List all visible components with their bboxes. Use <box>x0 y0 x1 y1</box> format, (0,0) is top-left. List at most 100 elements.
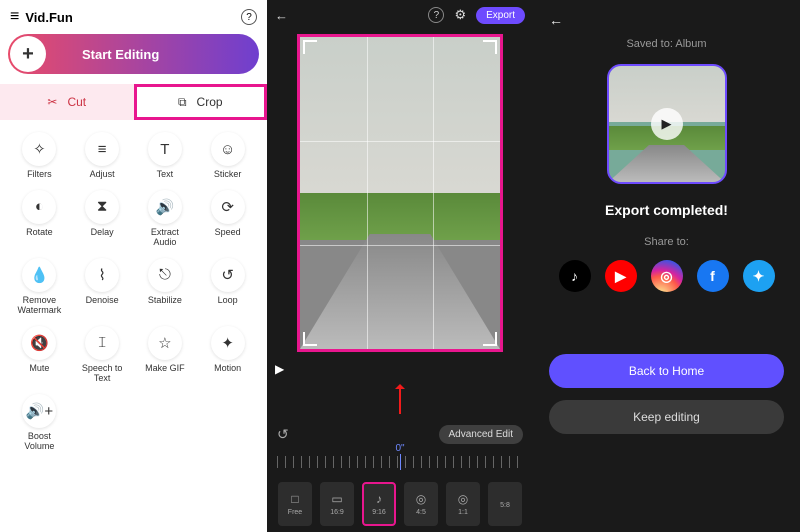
ratio-16-9[interactable]: ▭16:9 <box>320 482 354 526</box>
motion-icon: ✦ <box>211 326 245 360</box>
denoise-icon: ⌇ <box>85 258 119 292</box>
tool-label: Extract Audio <box>151 228 179 248</box>
tool-filters[interactable]: ✧ Filters <box>8 132 71 180</box>
tool-label: Filters <box>27 170 52 180</box>
help-icon[interactable]: ? <box>428 7 444 23</box>
loop-icon: ↺ <box>211 258 245 292</box>
tool-mute[interactable]: 🔇 Mute <box>8 326 71 384</box>
tool-motion[interactable]: ✦ Motion <box>196 326 259 384</box>
tool-rotate[interactable]: ◐ Rotate <box>8 190 71 248</box>
timeline-ruler[interactable] <box>277 456 523 468</box>
ratio-Free[interactable]: □Free <box>278 482 312 526</box>
filters-icon: ✧ <box>22 132 56 166</box>
right-panel: ← Saved to: Album ▶ Export completed! Sh… <box>533 0 800 532</box>
share-twitter[interactable]: ✦ <box>743 260 775 292</box>
tool-sticker[interactable]: ☺ Sticker <box>196 132 259 180</box>
tool-stabilize[interactable]: ⎋ Stabilize <box>134 258 197 316</box>
tool-label: Denoise <box>86 296 119 306</box>
crop-handle-tr[interactable] <box>483 40 497 54</box>
share-to-label: Share to: <box>549 236 784 248</box>
ratio-4-5[interactable]: ◎4:5 <box>404 482 438 526</box>
tool-label: Text <box>157 170 174 180</box>
tool-label: Sticker <box>214 170 242 180</box>
menu-icon[interactable]: ≡ <box>10 8 19 26</box>
tool-make-gif[interactable]: ☆ Make GIF <box>134 326 197 384</box>
back-to-home-button[interactable]: Back to Home <box>549 354 784 388</box>
tool-delay[interactable]: ⧗ Delay <box>71 190 134 248</box>
start-label: Start Editing <box>82 47 159 62</box>
tool-label: Mute <box>29 364 49 374</box>
tool-remove-watermark[interactable]: 💧 Remove Watermark <box>8 258 71 316</box>
tool-label: Rotate <box>26 228 53 238</box>
share-instagram[interactable]: ◎ <box>651 260 683 292</box>
export-button[interactable]: Export <box>476 7 525 24</box>
tool-label: Adjust <box>90 170 115 180</box>
app-title: Vid.Fun <box>19 10 241 25</box>
start-editing-button[interactable]: + Start Editing <box>8 34 259 74</box>
back-icon[interactable]: ← <box>275 8 288 23</box>
export-completed-label: Export completed! <box>549 202 784 218</box>
speed-icon: ⟳ <box>211 190 245 224</box>
tool-denoise[interactable]: ⌇ Denoise <box>71 258 134 316</box>
cut-tab[interactable]: ✂ Cut <box>0 84 134 120</box>
tool-label: Motion <box>214 364 241 374</box>
tool-label: Stabilize <box>148 296 182 306</box>
ratio-9-16[interactable]: ♪9:16 <box>362 482 396 526</box>
crop-tab[interactable]: ⧉ Crop <box>134 84 268 120</box>
ratio-5-8[interactable]: 5:8 <box>488 482 522 526</box>
tool-label: Make GIF <box>145 364 185 374</box>
scissors-icon: ✂ <box>47 95 57 109</box>
ratio-1-1[interactable]: ◎1:1 <box>446 482 480 526</box>
tool-label: Speech to Text <box>82 364 123 384</box>
sticker-icon: ☺ <box>211 132 245 166</box>
remove-watermark-icon: 💧 <box>22 258 56 292</box>
speech-to-text-icon: 𝙸 <box>85 326 119 360</box>
share-youtube[interactable]: ▶ <box>605 260 637 292</box>
stabilize-icon: ⎋ <box>148 258 182 292</box>
back-icon[interactable]: ← <box>549 12 784 28</box>
share-socials: ♪ ▶ ◎ f ✦ <box>549 260 784 292</box>
crop-handle-bl[interactable] <box>303 332 317 346</box>
share-facebook[interactable]: f <box>697 260 729 292</box>
undo-icon[interactable]: ↺ <box>277 426 289 443</box>
tool-label: Speed <box>215 228 241 238</box>
tool-extract-audio[interactable]: 🔊 Extract Audio <box>134 190 197 248</box>
tool-text[interactable]: T Text <box>134 132 197 180</box>
tool-label: Loop <box>218 296 238 306</box>
middle-panel: ← ? ⚙ Export ▶ ↺ Advanced Edit 0" □Free▭… <box>267 0 533 532</box>
tool-speech-to-text[interactable]: 𝙸 Speech to Text <box>71 326 134 384</box>
crop-icon: ⧉ <box>178 95 187 110</box>
plus-icon: + <box>10 36 46 72</box>
aspect-ratio-row: □Free▭16:9♪9:16◎4:5◎1:15:8 <box>267 482 533 526</box>
annotation-arrow <box>399 386 401 414</box>
tool-boost-volume[interactable]: 🔊+Boost Volume <box>8 394 71 452</box>
tool-label: Delay <box>91 228 114 238</box>
play-icon[interactable]: ▶ <box>651 108 683 140</box>
tools-grid: ✧ Filters ≡ Adjust T Text ☺ Sticker ◐ Rotate ⧗ Dela… <box>8 132 259 452</box>
video-preview-crop[interactable] <box>297 34 503 352</box>
tool-adjust[interactable]: ≡ Adjust <box>71 132 134 180</box>
tool-loop[interactable]: ↺ Loop <box>196 258 259 316</box>
make-gif-icon: ☆ <box>148 326 182 360</box>
help-icon[interactable]: ? <box>241 9 257 25</box>
export-thumbnail[interactable]: ▶ <box>607 64 727 184</box>
gear-icon[interactable]: ⚙ <box>454 7 466 23</box>
play-icon[interactable]: ▶ <box>275 362 284 376</box>
mute-icon: 🔇 <box>22 326 56 360</box>
boost-volume-icon: 🔊+ <box>22 394 56 428</box>
crop-handle-br[interactable] <box>483 332 497 346</box>
extract-audio-icon: 🔊 <box>148 190 182 224</box>
cut-crop-tabs: ✂ Cut ⧉ Crop <box>0 84 267 120</box>
text-icon: T <box>148 132 182 166</box>
delay-icon: ⧗ <box>85 190 119 224</box>
left-panel: ≡ Vid.Fun ? + Start Editing ✂ Cut ⧉ Crop… <box>0 0 267 532</box>
rotate-icon: ◐ <box>22 190 56 224</box>
tool-label: Remove Watermark <box>18 296 62 316</box>
crop-handle-tl[interactable] <box>303 40 317 54</box>
share-tiktok[interactable]: ♪ <box>559 260 591 292</box>
time-marker: 0" <box>395 443 404 454</box>
adjust-icon: ≡ <box>85 132 119 166</box>
saved-to-label: Saved to: Album <box>549 38 784 50</box>
keep-editing-button[interactable]: Keep editing <box>549 400 784 434</box>
tool-speed[interactable]: ⟳ Speed <box>196 190 259 248</box>
